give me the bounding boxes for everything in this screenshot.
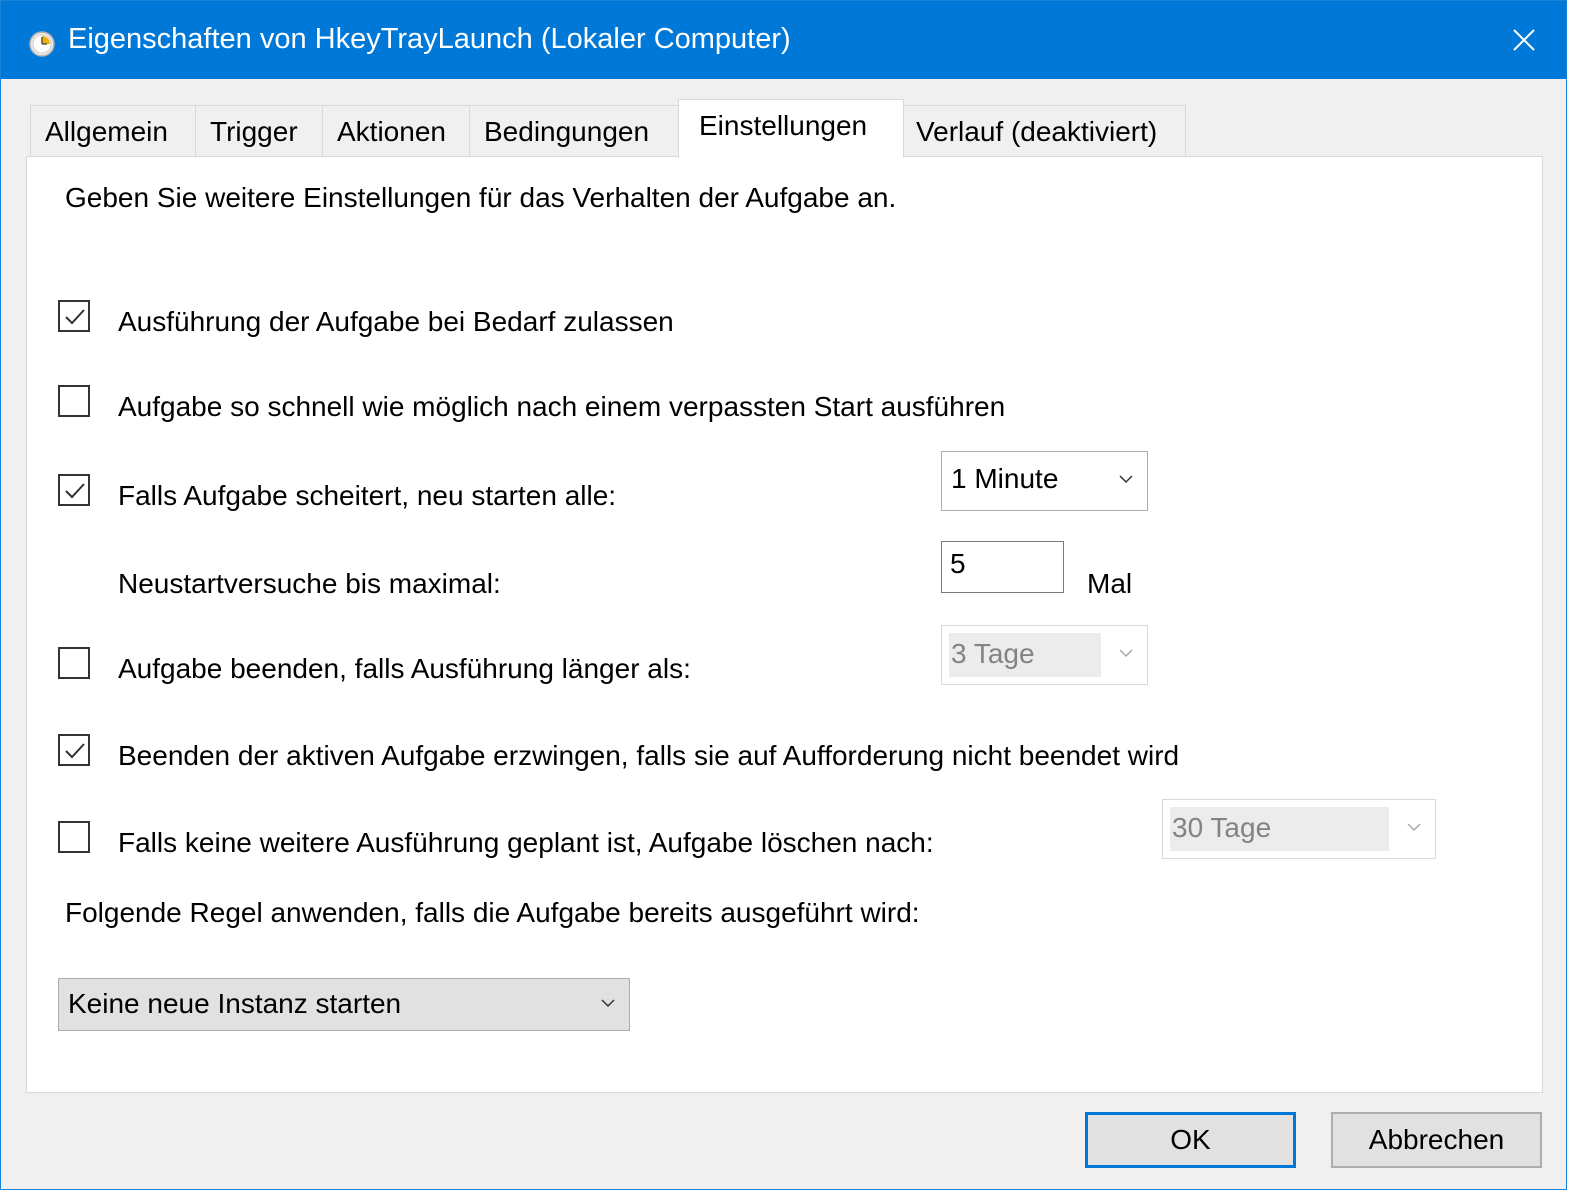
force-stop-checkbox[interactable]	[58, 734, 90, 766]
window-title: Eigenschaften von HkeyTrayLaunch (Lokale…	[68, 23, 791, 55]
restart-on-fail-label[interactable]: Falls Aufgabe scheitert, neu starten all…	[118, 480, 616, 512]
stop-if-longer-checkbox[interactable]	[58, 647, 90, 679]
task-scheduler-clock-icon	[29, 31, 55, 57]
allow-on-demand-checkbox[interactable]	[58, 300, 90, 332]
tab-einstellungen[interactable]: Einstellungen	[678, 99, 904, 158]
restart-attempts-value: 5	[950, 548, 966, 579]
rule-dropdown[interactable]: Keine neue Instanz starten	[58, 978, 630, 1031]
intro-text: Geben Sie weitere Einstellungen für das …	[65, 182, 897, 213]
tab-allgemein[interactable]: Allgemein	[30, 105, 196, 157]
delete-duration-dropdown[interactable]: 30 Tage	[1162, 799, 1436, 859]
delete-if-not-scheduled-label[interactable]: Falls keine weitere Ausführung geplant i…	[118, 827, 934, 859]
stop-duration-dropdown[interactable]: 3 Tage	[941, 625, 1148, 685]
restart-attempts-input[interactable]: 5	[941, 541, 1064, 593]
settings-panel: Geben Sie weitere Einstellungen für das …	[26, 156, 1543, 1093]
chevron-down-icon	[1119, 649, 1133, 658]
ok-button[interactable]: OK	[1085, 1112, 1296, 1168]
tab-bedingungen[interactable]: Bedingungen	[469, 105, 679, 157]
close-icon[interactable]	[1482, 1, 1566, 79]
restart-interval-dropdown[interactable]: 1 Minute	[941, 451, 1148, 511]
chevron-down-icon	[1119, 475, 1133, 484]
tab-trigger[interactable]: Trigger	[195, 105, 323, 157]
delete-duration-value: 30 Tage	[1172, 812, 1272, 843]
tab-verlauf[interactable]: Verlauf (deaktiviert)	[903, 105, 1186, 157]
rule-label: Folgende Regel anwenden, falls die Aufga…	[65, 897, 920, 928]
restart-attempts-unit: Mal	[1087, 568, 1133, 599]
rule-dropdown-value: Keine neue Instanz starten	[68, 988, 402, 1019]
title-bar[interactable]: Eigenschaften von HkeyTrayLaunch (Lokale…	[1, 1, 1566, 79]
restart-on-fail-checkbox[interactable]	[58, 474, 90, 506]
properties-dialog: Eigenschaften von HkeyTrayLaunch (Lokale…	[0, 0, 1567, 1190]
force-stop-label[interactable]: Beenden der aktiven Aufgabe erzwingen, f…	[118, 740, 1179, 772]
run-after-missed-checkbox[interactable]	[58, 385, 90, 417]
stop-if-longer-label[interactable]: Aufgabe beenden, falls Ausführung länger…	[118, 653, 691, 685]
restart-interval-value: 1 Minute	[951, 463, 1059, 494]
run-after-missed-label[interactable]: Aufgabe so schnell wie möglich nach eine…	[118, 391, 1005, 423]
restart-attempts-label: Neustartversuche bis maximal:	[118, 568, 501, 599]
delete-if-not-scheduled-checkbox[interactable]	[58, 821, 90, 853]
chevron-down-icon	[601, 999, 615, 1008]
tab-aktionen[interactable]: Aktionen	[322, 105, 470, 157]
stop-duration-value: 3 Tage	[951, 638, 1035, 669]
allow-on-demand-label[interactable]: Ausführung der Aufgabe bei Bedarf zulass…	[118, 306, 674, 338]
cancel-button[interactable]: Abbrechen	[1331, 1112, 1542, 1168]
chevron-down-icon	[1407, 823, 1421, 832]
